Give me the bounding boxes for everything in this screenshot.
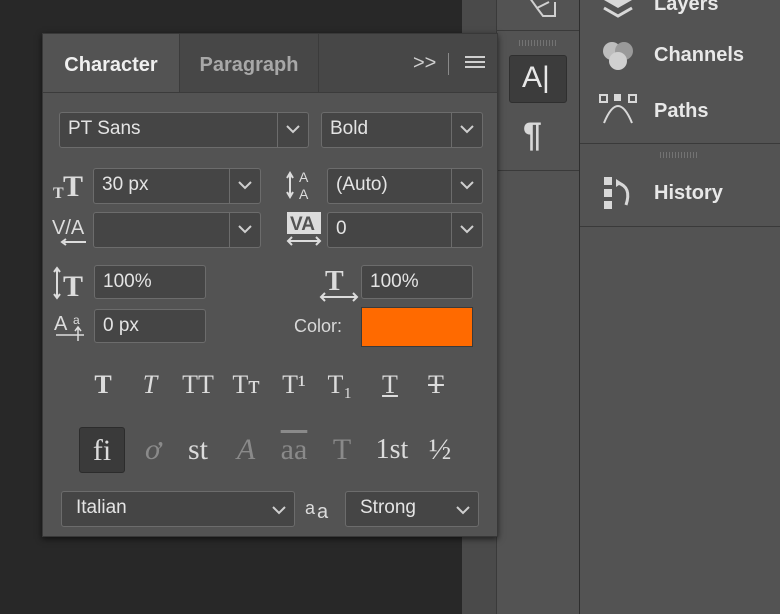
fractions-button[interactable]: ½	[417, 427, 463, 473]
dock-item-history[interactable]: History	[580, 167, 780, 221]
font-style-value: Bold	[330, 118, 369, 139]
antialias-select[interactable]: Strong	[345, 491, 479, 527]
leading-combobox[interactable]: (Auto)	[327, 168, 483, 204]
tabbar-separator	[448, 53, 449, 75]
baseline-shift-icon: Aa	[54, 310, 88, 347]
chevron-down-icon	[451, 213, 482, 247]
titling-alternates-button[interactable]: T	[319, 427, 365, 473]
strikethrough-button[interactable]: T	[418, 367, 454, 403]
panel-tab-bar: Character Paragraph >>	[43, 34, 497, 93]
paths-icon	[598, 93, 638, 131]
collapsed-panel-icon[interactable]	[523, 0, 559, 18]
language-value: Italian	[76, 497, 127, 518]
swash-button[interactable]: A	[223, 427, 269, 473]
kerning-icon: V/A	[52, 212, 90, 251]
dock-label-paths: Paths	[654, 100, 709, 122]
baseline-shift-input[interactable]: 0 px	[94, 309, 206, 343]
right-dock: Layers Channels Paths History	[580, 0, 780, 614]
faux-bold-button[interactable]: T	[85, 367, 121, 403]
stylistic-alternates-button[interactable]: aa	[271, 427, 317, 473]
font-size-combobox[interactable]: 30 px	[93, 168, 261, 204]
horizontal-scale-icon: T	[319, 266, 359, 307]
chevron-down-icon	[272, 506, 286, 515]
dock-item-layers[interactable]: Layers	[580, 0, 780, 32]
pilcrow-icon: ¶	[523, 116, 542, 154]
svg-text:A: A	[299, 186, 309, 202]
leading-icon: AA	[285, 168, 321, 207]
antialias-icon: aa	[305, 494, 335, 525]
svg-text:T: T	[63, 270, 83, 300]
character-panel: Character Paragraph >> PT Sans Bold TT 3…	[42, 33, 498, 537]
svg-text:A: A	[54, 313, 68, 335]
horizontal-scale-value: 100%	[370, 271, 419, 292]
svg-text:a: a	[317, 501, 329, 520]
paragraph-tool-button[interactable]: ¶	[523, 116, 555, 156]
color-swatch[interactable]	[361, 307, 473, 347]
dock-label-channels: Channels	[654, 44, 745, 66]
color-label: Color:	[294, 316, 343, 336]
baseline-shift-value: 0 px	[103, 315, 139, 336]
underline-button[interactable]: T	[372, 367, 408, 403]
svg-text:VA: VA	[290, 214, 315, 235]
tracking-value: 0	[336, 218, 347, 239]
chevron-down-icon	[277, 113, 308, 147]
font-family-value: PT Sans	[68, 118, 141, 139]
language-select[interactable]: Italian	[61, 491, 295, 527]
dock-item-channels[interactable]: Channels	[580, 29, 780, 83]
chevron-down-icon	[451, 113, 482, 147]
chevron-down-icon	[229, 169, 260, 203]
tracking-icon: VA	[285, 211, 323, 252]
small-caps-button[interactable]: Tт	[226, 367, 266, 403]
superscript-button[interactable]: T¹	[276, 367, 312, 403]
svg-text:A: A	[299, 169, 309, 185]
kerning-combobox[interactable]	[93, 212, 261, 248]
panel-menu-icon[interactable]	[465, 55, 485, 71]
font-style-select[interactable]: Bold	[321, 112, 483, 148]
all-caps-button[interactable]: TT	[177, 367, 219, 403]
subscript-button[interactable]: T₁	[322, 367, 358, 403]
vertical-scale-value: 100%	[103, 271, 152, 292]
chevron-down-icon	[451, 169, 482, 203]
leading-value: (Auto)	[336, 174, 388, 195]
discretionary-ligatures-button[interactable]: st	[175, 427, 221, 473]
contextual-alternates-button[interactable]: ơ	[130, 427, 176, 473]
svg-text:V/A: V/A	[52, 217, 85, 239]
chevron-down-icon	[229, 213, 260, 247]
svg-text:a: a	[305, 498, 316, 518]
dock-label-layers: Layers	[654, 0, 719, 15]
tab-character[interactable]: Character	[43, 34, 180, 92]
font-size-value: 30 px	[102, 174, 149, 195]
panel-icon-strip: A| ¶	[496, 0, 580, 614]
layers-icon	[598, 0, 638, 24]
character-tool-label: A|	[522, 61, 550, 94]
ordinals-button[interactable]: 1st	[367, 427, 417, 473]
antialias-value: Strong	[360, 497, 416, 518]
svg-text:T: T	[63, 170, 83, 202]
vertical-scale-input[interactable]: 100%	[94, 265, 206, 299]
dock-item-paths[interactable]: Paths	[580, 85, 780, 139]
font-size-icon: TT	[53, 170, 87, 207]
chevron-down-icon	[456, 506, 470, 515]
font-family-select[interactable]: PT Sans	[59, 112, 309, 148]
history-icon	[598, 175, 638, 213]
svg-text:a: a	[73, 313, 80, 327]
standard-ligatures-button[interactable]: fi	[79, 427, 125, 473]
vertical-scale-icon: T	[52, 266, 88, 305]
horizontal-scale-input[interactable]: 100%	[361, 265, 473, 299]
dock-label-history: History	[654, 182, 723, 204]
faux-italic-button[interactable]: T	[132, 367, 168, 403]
character-tool-button[interactable]: A|	[509, 55, 567, 103]
expand-panel-button[interactable]: >>	[413, 52, 436, 75]
channels-icon	[598, 37, 638, 75]
tab-paragraph[interactable]: Paragraph	[180, 34, 319, 92]
svg-text:T: T	[325, 266, 344, 297]
tracking-combobox[interactable]: 0	[327, 212, 483, 248]
